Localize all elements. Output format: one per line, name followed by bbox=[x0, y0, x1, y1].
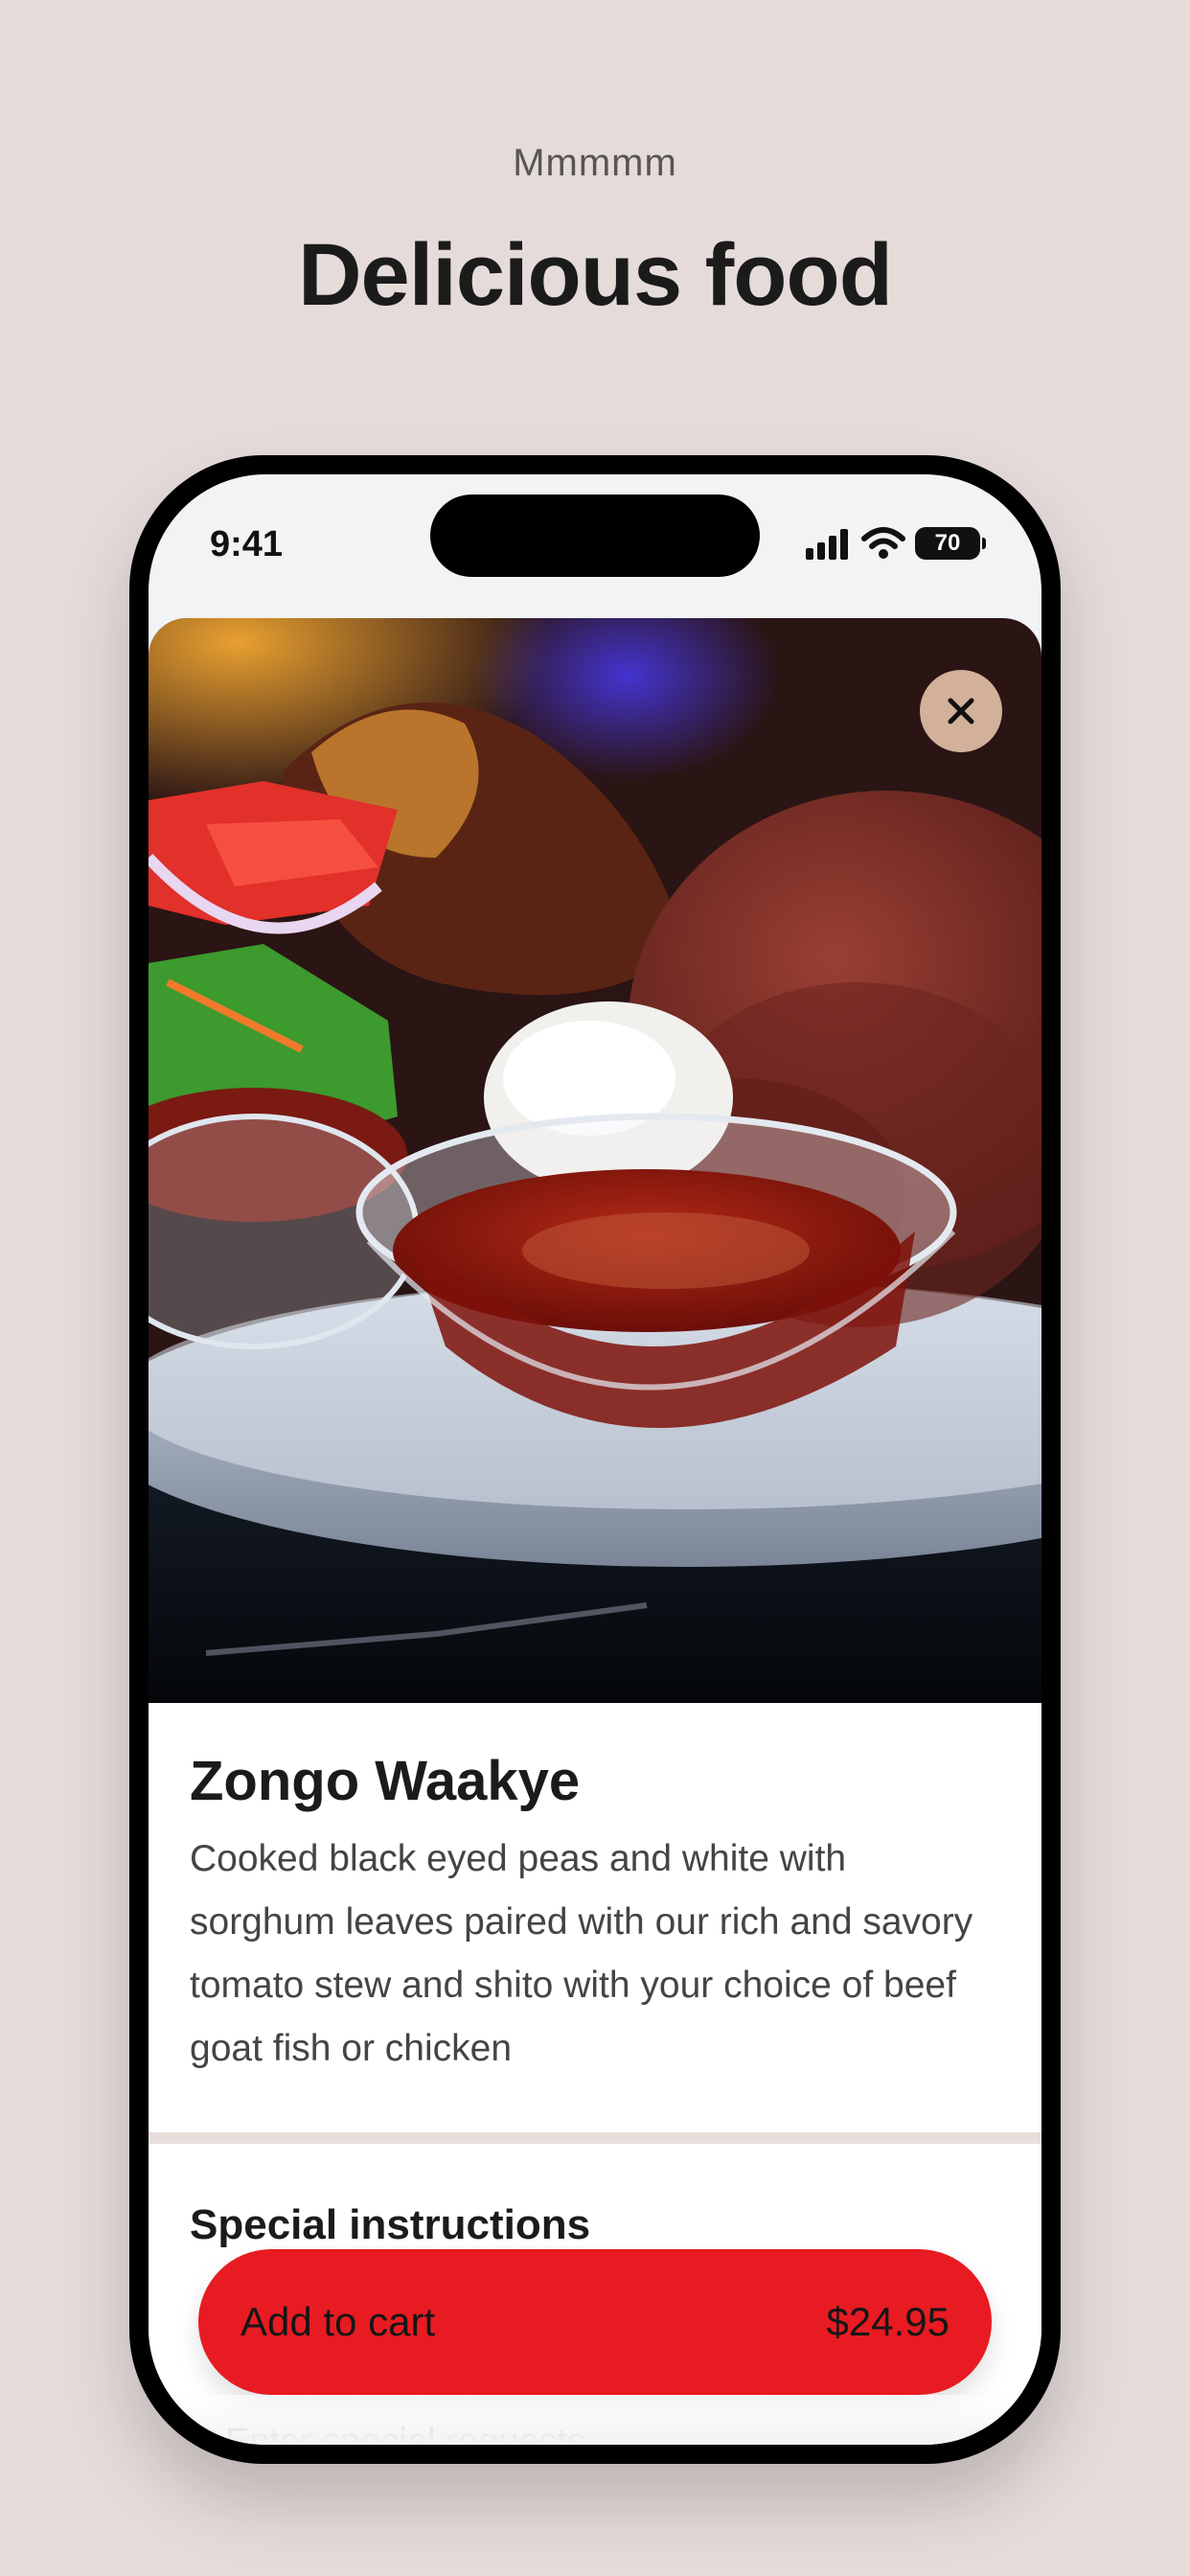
dynamic-island bbox=[430, 494, 760, 577]
phone-frame: 9:41 70 Zongo Waakye Cooked black eyed p… bbox=[129, 455, 1061, 2464]
promo-eyebrow: Mmmmm bbox=[513, 142, 677, 184]
special-instructions-title: Special instructions bbox=[190, 2201, 591, 2248]
bottom-fade bbox=[149, 2395, 1041, 2445]
dish-description: Cooked black eyed peas and white with so… bbox=[190, 1838, 973, 2069]
dish-image bbox=[149, 618, 1041, 1703]
status-icons: 70 bbox=[804, 524, 986, 563]
status-bar: 9:41 70 bbox=[149, 474, 1041, 637]
dish-name: Zongo Waakye bbox=[190, 1750, 581, 1812]
status-time: 9:41 bbox=[210, 524, 284, 564]
item-detail-sheet: Zongo Waakye Cooked black eyed peas and … bbox=[149, 618, 1041, 2445]
close-icon bbox=[948, 698, 974, 724]
section-divider bbox=[149, 2132, 1041, 2144]
add-to-cart-button[interactable]: Add to cart $24.95 bbox=[198, 2249, 992, 2395]
wifi-icon bbox=[861, 527, 905, 559]
promo-headline: Delicious food bbox=[298, 226, 893, 324]
signal-icon bbox=[806, 529, 848, 560]
add-to-cart-label: Add to cart bbox=[240, 2299, 436, 2344]
close-button[interactable] bbox=[920, 670, 1002, 752]
battery-icon: 70 bbox=[915, 527, 986, 560]
cart-price: $24.95 bbox=[826, 2299, 950, 2344]
phone-screen: 9:41 70 Zongo Waakye Cooked black eyed p… bbox=[149, 474, 1041, 2445]
